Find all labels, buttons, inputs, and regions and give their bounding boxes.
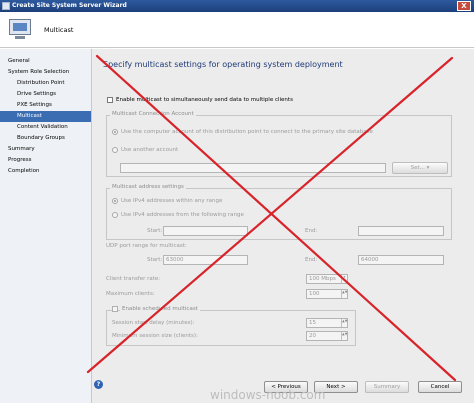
min-session-size-stepper[interactable]: 20 ▲▼ — [306, 331, 348, 341]
following-range-label: Use IPv4 addresses from the following ra… — [121, 212, 244, 218]
nav-drive-settings[interactable]: Drive Settings — [0, 89, 91, 100]
nav-system-role-selection[interactable]: System Role Selection — [0, 67, 91, 78]
stepper-arrows-icon: ▲▼ — [341, 290, 347, 298]
set-account-label: Set... — [410, 165, 425, 171]
max-clients-value: 100 — [309, 291, 320, 297]
nav-summary[interactable]: Summary — [0, 144, 91, 155]
set-account-button[interactable]: Set... ▾ — [392, 162, 448, 174]
chevron-down-icon: ▾ — [341, 275, 347, 283]
session-delay-stepper[interactable]: 15 ▲▼ — [306, 318, 348, 328]
help-icon[interactable]: ? — [94, 380, 103, 389]
header-page-name: Multicast — [44, 26, 74, 34]
enable-multicast-checkbox[interactable] — [107, 97, 113, 103]
max-clients-stepper[interactable]: 100 ▲▼ — [306, 289, 348, 299]
transfer-rate-select[interactable]: 100 Mbps ▾ — [306, 274, 348, 284]
use-another-account-label: Use another account — [121, 147, 179, 153]
use-computer-account-label: Use the computer account of this distrib… — [121, 129, 373, 135]
nav-content-validation[interactable]: Content Validation — [0, 122, 91, 133]
udp-end-label: End: — [305, 257, 318, 263]
window-titlebar: Create Site System Server Wizard X — [0, 0, 474, 12]
nav-boundary-groups[interactable]: Boundary Groups — [0, 133, 91, 144]
following-range-radio[interactable] — [112, 212, 118, 218]
max-clients-label: Maximum clients: — [106, 291, 155, 297]
any-range-radio[interactable] — [112, 198, 118, 204]
transfer-rate-label: Client transfer rate: — [106, 276, 161, 282]
nav-general[interactable]: General — [0, 56, 91, 67]
enable-scheduled-checkbox[interactable] — [112, 306, 118, 312]
udp-range-label: UDP port range for multicast: — [106, 243, 187, 249]
wizard-icon — [2, 2, 10, 10]
transfer-rate-value: 100 Mbps — [309, 276, 336, 282]
address-start-label: Start: — [147, 228, 163, 234]
min-session-size-value: 20 — [309, 333, 316, 339]
use-computer-account-radio[interactable] — [112, 129, 118, 135]
chevron-down-icon: ▾ — [426, 165, 430, 171]
nav-completion[interactable]: Completion — [0, 166, 91, 177]
address-settings-legend: Multicast address settings — [110, 184, 186, 190]
stepper-arrows-icon: ▲▼ — [341, 319, 347, 327]
wizard-sidebar: General System Role Selection Distributi… — [0, 49, 92, 403]
window-title: Create Site System Server Wizard — [12, 2, 127, 9]
nav-progress[interactable]: Progress — [0, 155, 91, 166]
computer-icon-stand — [15, 36, 25, 39]
session-delay-value: 15 — [309, 320, 316, 326]
connection-account-legend: Multicast Connection Account — [110, 111, 196, 117]
address-start-field[interactable] — [163, 226, 248, 236]
min-session-size-label: Minimum session size (clients): — [112, 333, 198, 339]
close-button[interactable]: X — [457, 1, 471, 11]
account-name-field[interactable] — [120, 163, 386, 173]
enable-scheduled-label: Enable scheduled multicast — [120, 306, 200, 312]
enable-multicast-label: Enable multicast to simultaneously send … — [116, 97, 293, 103]
nav-multicast[interactable]: Multicast — [0, 111, 91, 122]
page-heading: Specify multicast settings for operating… — [103, 60, 343, 69]
computer-icon — [9, 19, 31, 35]
stepper-arrows-icon: ▲▼ — [341, 332, 347, 340]
any-range-label: Use IPv4 addresses within any range — [121, 198, 223, 204]
nav-distribution-point[interactable]: Distribution Point — [0, 78, 91, 89]
address-end-label: End: — [305, 228, 318, 234]
udp-end-field[interactable]: 64000 — [358, 255, 444, 265]
address-end-field[interactable] — [358, 226, 444, 236]
watermark: windows-noob.com — [210, 388, 326, 402]
nav-pxe-settings[interactable]: PXE Settings — [0, 100, 91, 111]
udp-start-label: Start: — [147, 257, 163, 263]
summary-button[interactable]: Summary — [365, 381, 409, 393]
cancel-button[interactable]: Cancel — [418, 381, 462, 393]
use-another-account-radio[interactable] — [112, 147, 118, 153]
udp-start-field[interactable]: 63000 — [163, 255, 248, 265]
session-delay-label: Session start delay (minutes): — [112, 320, 195, 326]
